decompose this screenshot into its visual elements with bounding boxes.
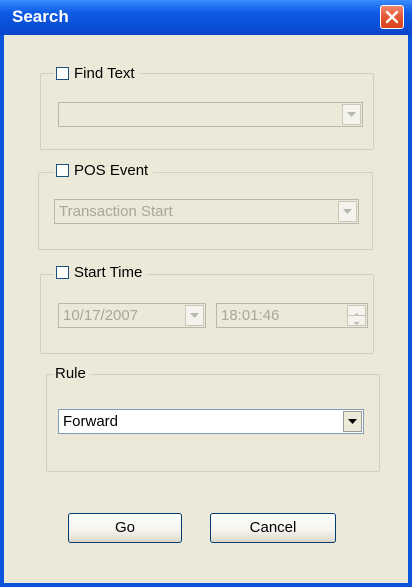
title-bar[interactable]: Search xyxy=(0,0,412,35)
pos-event-checkbox[interactable] xyxy=(56,163,69,177)
pos-event-legend: POS Event xyxy=(54,160,154,180)
find-text-legend: Find Text xyxy=(54,63,140,83)
chevron-down-icon xyxy=(343,209,352,214)
chevron-down-icon xyxy=(347,112,356,117)
spin-down-button xyxy=(348,316,365,325)
chevron-down-icon xyxy=(190,313,199,318)
start-date-value: 10/17/2007 xyxy=(63,307,139,324)
rule-select[interactable]: Forward xyxy=(58,409,364,434)
start-time-spin-buttons xyxy=(347,305,366,326)
close-button[interactable] xyxy=(380,5,404,29)
search-dialog: Search Find Text POS Event Transaction S… xyxy=(0,0,412,587)
start-time-spinner: 18:01:46 xyxy=(216,303,368,328)
dialog-client-area: Find Text POS Event Transaction Start St… xyxy=(4,35,408,583)
rule-legend: Rule xyxy=(53,363,91,383)
cancel-button[interactable]: Cancel xyxy=(210,513,336,543)
pos-event-combo: Transaction Start xyxy=(54,199,359,224)
find-text-label: Find Text xyxy=(74,64,135,82)
chevron-down-icon xyxy=(348,419,357,424)
start-time-label: Start Time xyxy=(74,263,143,281)
pos-event-dropdown-button xyxy=(338,201,357,222)
find-text-dropdown-button xyxy=(342,104,361,125)
go-button[interactable]: Go xyxy=(68,513,182,543)
pos-event-label: POS Event xyxy=(74,161,149,179)
window-title: Search xyxy=(12,7,69,26)
start-date-dropdown-button xyxy=(185,305,204,326)
spin-down-icon xyxy=(353,322,360,325)
close-icon xyxy=(385,10,399,24)
rule-label: Rule xyxy=(55,364,86,382)
find-text-combo xyxy=(58,102,363,127)
rule-value: Forward xyxy=(63,413,119,430)
rule-dropdown-button[interactable] xyxy=(343,411,362,432)
start-time-value: 18:01:46 xyxy=(221,307,280,324)
spin-up-button xyxy=(348,306,365,316)
start-date-picker: 10/17/2007 xyxy=(58,303,206,328)
start-time-legend: Start Time xyxy=(54,262,148,282)
start-time-checkbox[interactable] xyxy=(56,265,69,279)
pos-event-value: Transaction Start xyxy=(59,203,173,220)
find-text-checkbox[interactable] xyxy=(56,66,69,80)
